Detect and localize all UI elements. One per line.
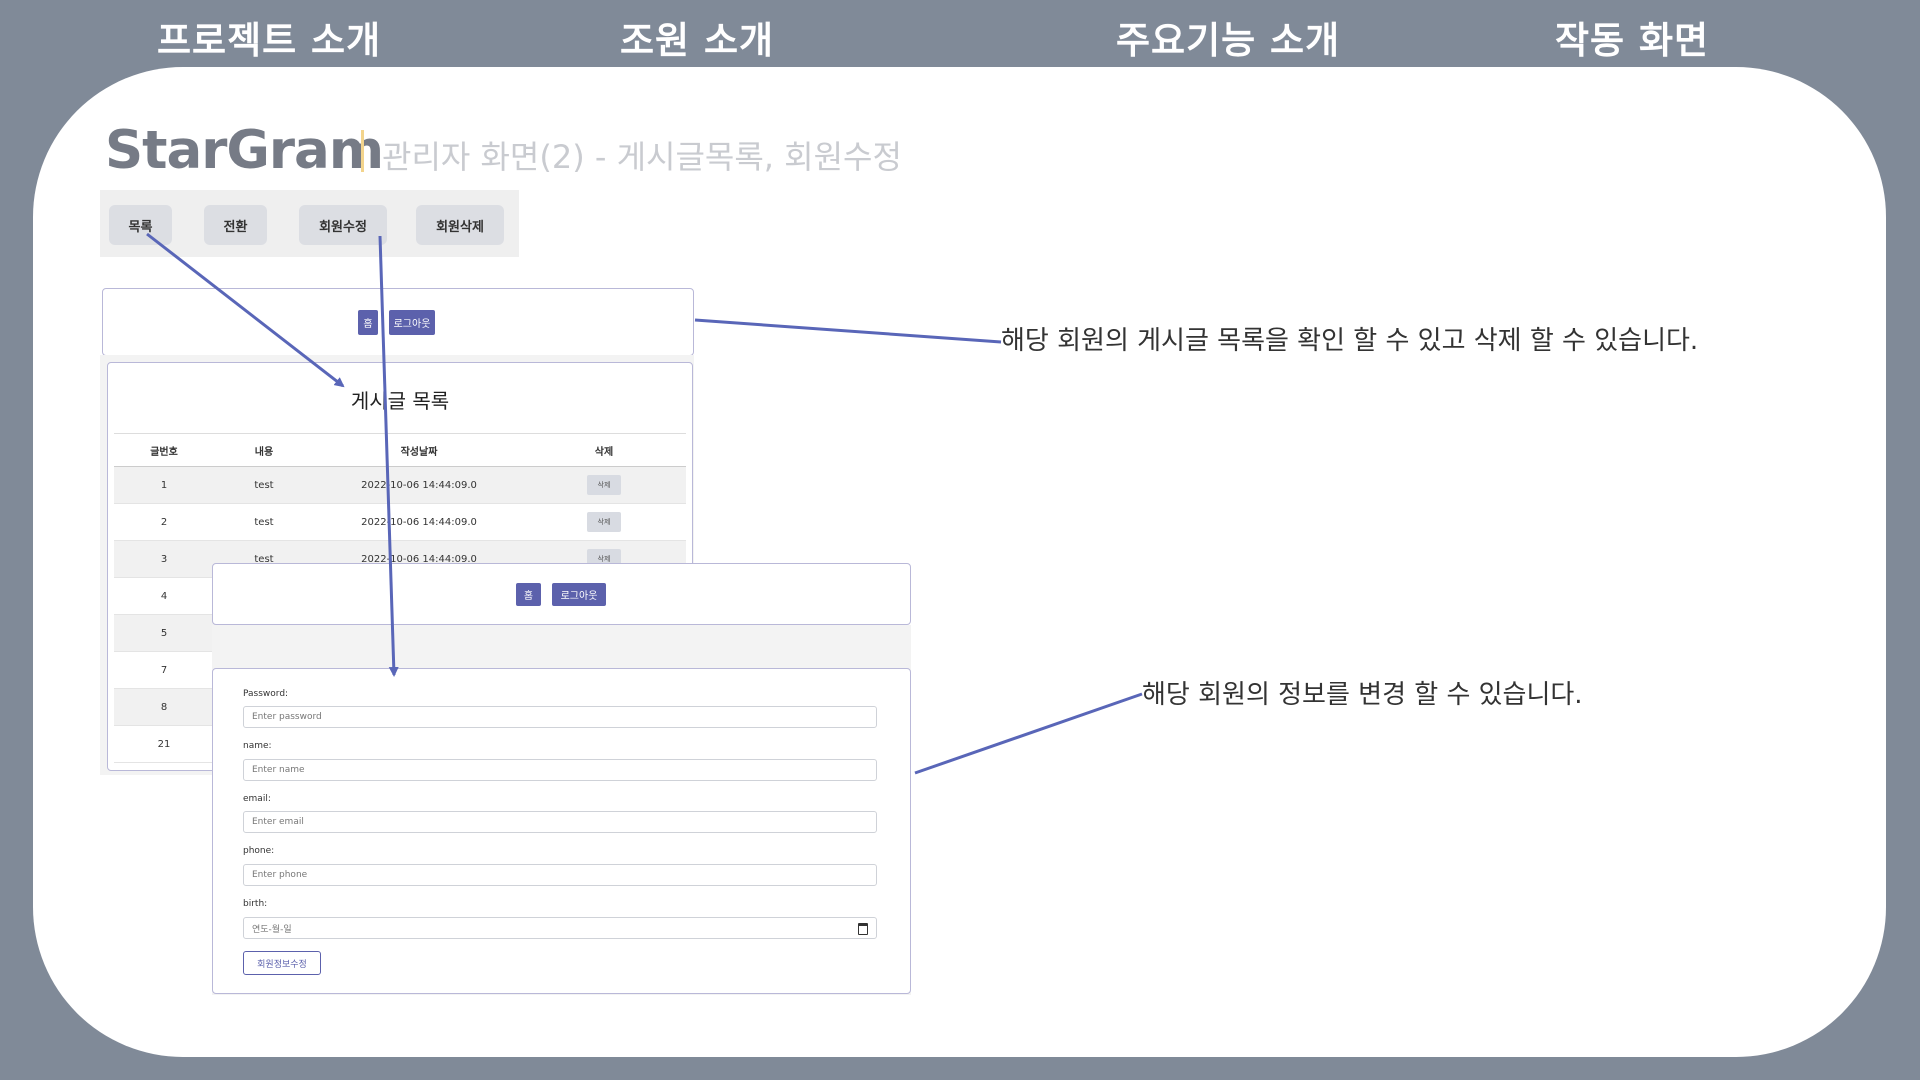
edit-arrow — [378, 235, 399, 677]
member-edit-connector — [914, 692, 1143, 775]
annotation-arrows — [146, 232, 1143, 775]
list-arrow — [146, 232, 345, 388]
post-list-connector — [694, 318, 1002, 344]
